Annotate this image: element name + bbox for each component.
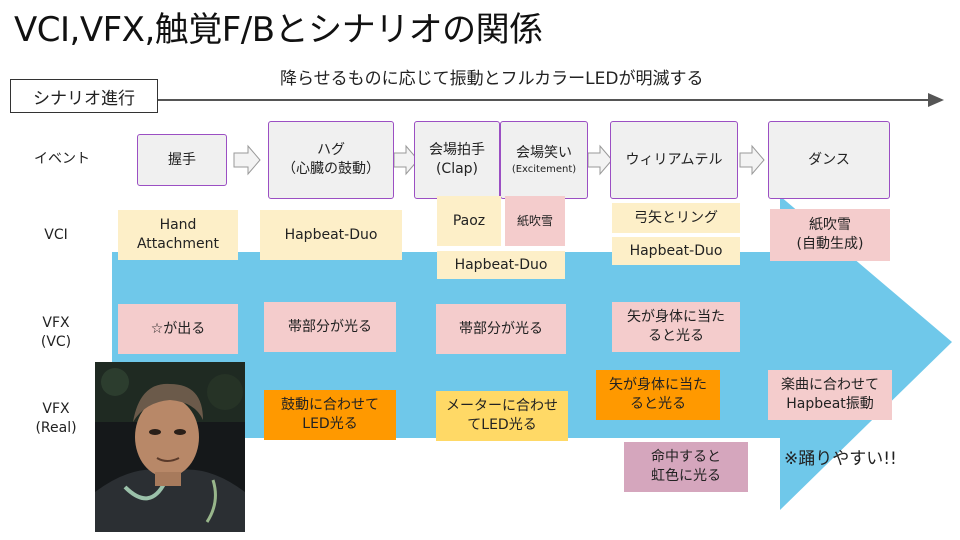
event-dance-label: ダンス bbox=[808, 151, 850, 168]
row-label-event: イベント bbox=[34, 151, 90, 167]
vfx-real-heartbeat-led-line2: LED光る bbox=[302, 416, 358, 432]
vfx-real-heartbeat-led: 鼓動に合わせて LED光る bbox=[264, 390, 396, 440]
vfx-vc-band-glow-clap: 帯部分が光る bbox=[436, 304, 566, 354]
vci-paoz-label: Paoz bbox=[452, 212, 486, 229]
event-clap: 会場拍手 (Clap) bbox=[414, 121, 500, 199]
vci-hand-attachment-line2: Attachment bbox=[136, 236, 220, 252]
vfx-real-music-hapbeat-line1: 楽曲に合わせて bbox=[781, 377, 879, 393]
vfx-vc-band-glow-hug-label: 帯部分が光る bbox=[288, 318, 372, 335]
vfx-real-rainbow-line1: 命中すると bbox=[651, 449, 721, 465]
scenario-arrow-line bbox=[158, 99, 934, 101]
event-hug-label: ハグ bbox=[317, 142, 345, 158]
scenario-arrow-head-icon bbox=[928, 93, 944, 107]
vci-confetti-auto: 紙吹雪 (自動生成) bbox=[770, 209, 890, 261]
row-label-vfx-real-line2: (Real) bbox=[35, 420, 77, 436]
vfx-vc-arrow-hit-line2: ると光る bbox=[648, 328, 704, 344]
row-label-vfx-vc-line1: VFX bbox=[42, 315, 70, 331]
vfx-real-heartbeat-led-line1: 鼓動に合わせて bbox=[281, 397, 379, 413]
event-laugh-label: 会場笑い bbox=[516, 145, 572, 161]
event-william-tell-label: ウィリアムテル bbox=[625, 151, 723, 168]
vfx-real-rainbow: 命中すると 虹色に光る bbox=[624, 442, 748, 492]
vfx-vc-arrow-hit-line1: 矢が身体に当た bbox=[627, 309, 725, 325]
vfx-vc-band-glow-clap-label: 帯部分が光る bbox=[459, 320, 543, 337]
vci-hapbeat-duo-hug: Hapbeat-Duo bbox=[260, 210, 402, 260]
event-hug-sub: （心臓の鼓動） bbox=[282, 161, 380, 177]
vci-hapbeat-duo-william: Hapbeat-Duo bbox=[612, 237, 740, 265]
vci-hand-attachment: Hand Attachment bbox=[118, 210, 238, 260]
event-hug: ハグ （心臓の鼓動） bbox=[268, 121, 394, 199]
vci-bow-and-ring-label: 弓矢とリング bbox=[634, 209, 718, 226]
vfx-vc-band-glow-hug: 帯部分が光る bbox=[264, 302, 396, 352]
vci-confetti-label: 紙吹雪 bbox=[516, 213, 553, 228]
vfx-vc-arrow-hit: 矢が身体に当た ると光る bbox=[612, 302, 740, 352]
vfx-real-music-hapbeat: 楽曲に合わせて Hapbeat振動 bbox=[768, 370, 892, 420]
vfx-real-meter-led: メーターに合わせ てLED光る bbox=[436, 391, 568, 441]
vci-hapbeat-duo-william-label: Hapbeat-Duo bbox=[629, 242, 723, 259]
vfx-vc-star-label: ☆が出る bbox=[150, 320, 206, 337]
event-handshake: 握手 bbox=[137, 134, 227, 186]
vfx-real-meter-led-line1: メーターに合わせ bbox=[446, 398, 558, 414]
vci-hand-attachment-line1: Hand bbox=[159, 217, 197, 233]
event-clap-label: 会場拍手 bbox=[429, 142, 485, 158]
performer-photo bbox=[95, 362, 245, 532]
vfx-real-arrow-hit-line1: 矢が身体に当た bbox=[609, 377, 707, 393]
row-label-vfx-vc-line2: (VC) bbox=[40, 334, 72, 350]
scenario-progress-text: シナリオ進行 bbox=[33, 88, 135, 109]
event-clap-sub: (Clap) bbox=[435, 161, 479, 177]
event-laugh: 会場笑い (Excitement) bbox=[500, 121, 588, 199]
event-william-tell: ウィリアムテル bbox=[610, 121, 738, 199]
vci-confetti: 紙吹雪 bbox=[505, 196, 565, 246]
vci-hapbeat-duo-clap-label: Hapbeat-Duo bbox=[454, 256, 548, 273]
vfx-real-music-hapbeat-line2: Hapbeat振動 bbox=[786, 396, 874, 412]
row-label-vfx-real: VFX (Real) bbox=[16, 400, 96, 438]
vci-confetti-auto-line2: (自動生成) bbox=[796, 236, 864, 252]
vci-paoz: Paoz bbox=[437, 196, 501, 246]
event-dance: ダンス bbox=[768, 121, 890, 199]
row-label-vfx-real-line1: VFX bbox=[42, 401, 70, 417]
vci-hapbeat-duo-clap: Hapbeat-Duo bbox=[437, 251, 565, 279]
event-handshake-label: 握手 bbox=[168, 151, 196, 168]
chevron-arrow-1 bbox=[233, 144, 261, 176]
event-laugh-sub: (Excitement) bbox=[511, 164, 577, 175]
scenario-progress-label: シナリオ進行 bbox=[10, 79, 158, 113]
vci-confetti-auto-line1: 紙吹雪 bbox=[809, 217, 851, 233]
page-title: VCI,VFX,触覚F/Bとシナリオの関係 bbox=[14, 10, 543, 50]
vfx-vc-star: ☆が出る bbox=[118, 304, 238, 354]
vfx-real-arrow-hit-line2: ると光る bbox=[630, 396, 686, 412]
vfx-real-rainbow-line2: 虹色に光る bbox=[651, 468, 721, 484]
vci-hapbeat-duo-hug-label: Hapbeat-Duo bbox=[284, 226, 378, 243]
row-label-vci: VCI bbox=[44, 227, 68, 243]
chevron-arrow-4 bbox=[739, 144, 765, 176]
vfx-real-meter-led-line2: てLED光る bbox=[467, 417, 537, 433]
chevron-arrow-3 bbox=[587, 144, 613, 176]
dance-note: ※踊りやすい!! bbox=[784, 449, 897, 469]
vfx-real-arrow-hit: 矢が身体に当た ると光る bbox=[596, 370, 720, 420]
flow-subtitle: 降らせるものに応じて振動とフルカラーLEDが明滅する bbox=[280, 69, 704, 89]
vci-bow-and-ring: 弓矢とリング bbox=[612, 203, 740, 233]
row-label-vfx-vc: VFX (VC) bbox=[16, 314, 96, 352]
